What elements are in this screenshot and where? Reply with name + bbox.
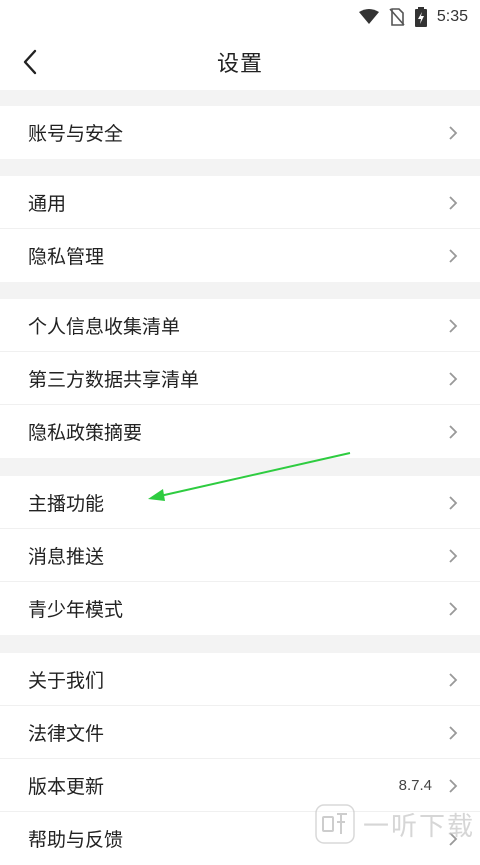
item-label: 隐私政策摘要 bbox=[28, 422, 143, 444]
item-label: 账号与安全 bbox=[28, 123, 124, 145]
settings-item-account-security[interactable]: 账号与安全 bbox=[0, 106, 480, 159]
battery-charging-icon bbox=[414, 7, 427, 27]
no-sim-icon bbox=[389, 8, 405, 26]
chevron-right-icon bbox=[449, 249, 458, 263]
chevron-right-icon bbox=[449, 319, 458, 333]
settings-group-account: 账号与安全 bbox=[0, 106, 480, 159]
chevron-right-icon bbox=[449, 196, 458, 210]
page-title: 设置 bbox=[216, 52, 263, 77]
settings-item-about-us[interactable]: 关于我们 bbox=[0, 653, 480, 706]
settings-group-features: 主播功能 消息推送 青少年模式 bbox=[0, 476, 480, 635]
ting-logo-icon bbox=[315, 804, 355, 844]
settings-item-third-party-sharing-list[interactable]: 第三方数据共享清单 bbox=[0, 352, 480, 405]
settings-item-privacy-policy-summary[interactable]: 隐私政策摘要 bbox=[0, 405, 480, 458]
settings-item-host-features[interactable]: 主播功能 bbox=[0, 476, 480, 529]
back-button[interactable] bbox=[14, 46, 46, 78]
app-bar: 设置 bbox=[0, 34, 480, 90]
status-time: 5:35 bbox=[436, 8, 468, 25]
settings-item-push-notifications[interactable]: 消息推送 bbox=[0, 529, 480, 582]
item-label: 第三方数据共享清单 bbox=[28, 368, 200, 391]
chevron-right-icon bbox=[449, 779, 458, 793]
chevron-right-icon bbox=[449, 673, 458, 687]
chevron-left-icon bbox=[23, 49, 37, 75]
settings-item-teen-mode[interactable]: 青少年模式 bbox=[0, 582, 480, 635]
item-label: 隐私管理 bbox=[28, 246, 105, 268]
settings-item-general[interactable]: 通用 bbox=[0, 176, 480, 229]
chevron-right-icon bbox=[449, 726, 458, 740]
chevron-right-icon bbox=[449, 126, 458, 140]
chevron-right-icon bbox=[449, 372, 458, 386]
settings-group-general: 通用 隐私管理 bbox=[0, 176, 480, 282]
item-label: 主播功能 bbox=[28, 492, 105, 515]
chevron-right-icon bbox=[449, 549, 458, 563]
item-label: 青少年模式 bbox=[28, 599, 124, 621]
settings-item-privacy-management[interactable]: 隐私管理 bbox=[0, 229, 480, 282]
item-label: 关于我们 bbox=[28, 669, 105, 692]
watermark-text: 一听下载 bbox=[362, 811, 475, 842]
chevron-right-icon bbox=[449, 425, 458, 439]
settings-item-legal-documents[interactable]: 法律文件 bbox=[0, 706, 480, 759]
settings-group-privacy: 个人信息收集清单 第三方数据共享清单 隐私政策摘要 bbox=[0, 299, 480, 458]
item-label: 通用 bbox=[28, 192, 67, 215]
chevron-right-icon bbox=[449, 602, 458, 616]
item-label: 法律文件 bbox=[28, 722, 105, 745]
item-label: 帮助与反馈 bbox=[28, 829, 124, 851]
wifi-icon bbox=[358, 9, 379, 24]
item-label: 消息推送 bbox=[28, 545, 105, 568]
watermark: 一听下载 bbox=[310, 795, 480, 853]
item-label: 版本更新 bbox=[28, 775, 105, 798]
settings-item-personal-info-list[interactable]: 个人信息收集清单 bbox=[0, 299, 480, 352]
status-bar: 5:35 bbox=[0, 0, 480, 34]
chevron-right-icon bbox=[449, 496, 458, 510]
item-label: 个人信息收集清单 bbox=[28, 315, 181, 338]
